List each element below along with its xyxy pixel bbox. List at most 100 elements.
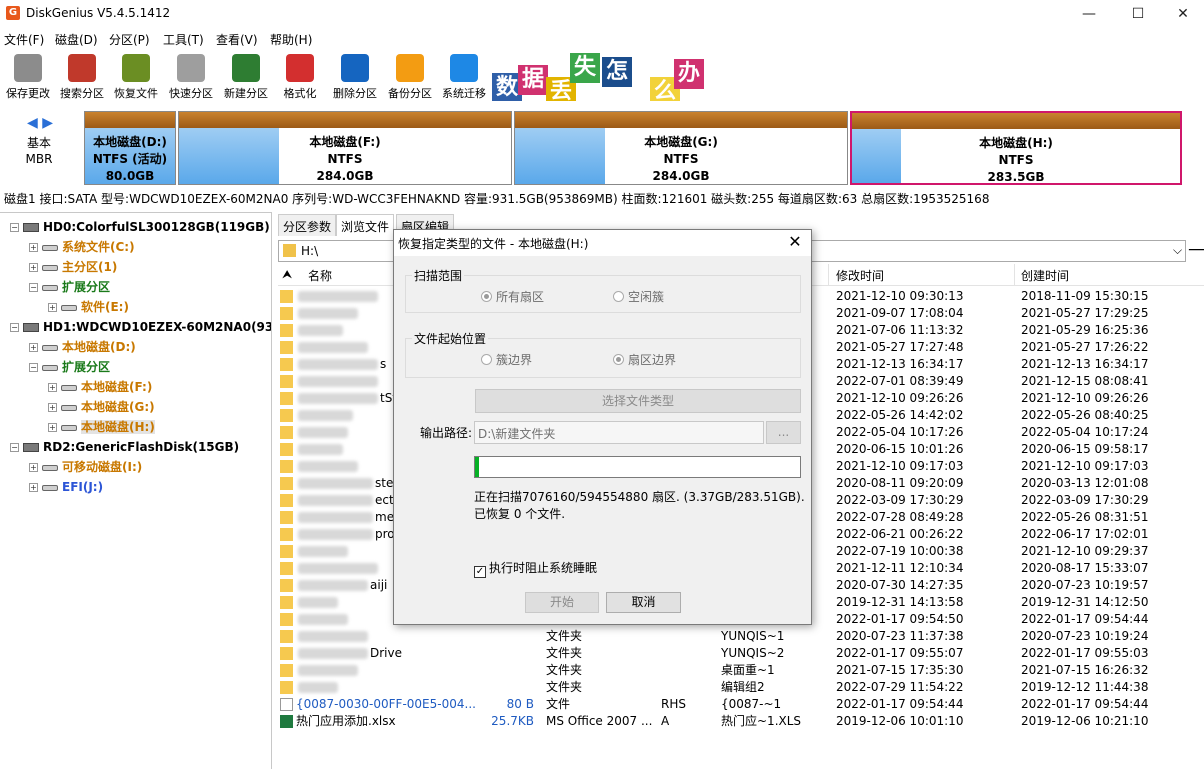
- output-path-input[interactable]: D:\新建文件夹: [474, 421, 764, 444]
- toolbar-button-5[interactable]: 格式化: [272, 52, 328, 102]
- expand-icon[interactable]: +: [48, 423, 57, 432]
- folder-icon: [280, 290, 293, 303]
- partition-name: 本地磁盘(G:): [644, 135, 718, 149]
- tree-node[interactable]: − HD1:WDCWD10EZEX-60M2NA0(932GB): [10, 317, 271, 337]
- file-row[interactable]: 文件夹 YUNQIS~1 2020-07-23 11:37:38 2020-07-23…: [278, 628, 1204, 645]
- expand-icon[interactable]: +: [29, 463, 38, 472]
- folder-icon: [280, 664, 293, 677]
- column-separator: [1014, 264, 1015, 286]
- browse-button[interactable]: ...: [766, 421, 801, 444]
- menu-file[interactable]: 文件(F): [4, 31, 44, 48]
- column-modified[interactable]: 修改时间: [836, 267, 884, 284]
- toolbar-button-label: 搜索分区: [60, 87, 104, 100]
- tree-node[interactable]: + 软件(E:): [48, 297, 129, 317]
- collapse-icon[interactable]: −: [10, 223, 19, 232]
- expand-icon[interactable]: +: [29, 263, 38, 272]
- toolbar-button-0[interactable]: 保存更改: [0, 52, 56, 102]
- toolbar-button-1[interactable]: 搜索分区: [54, 52, 110, 102]
- tree-node-label: 本地磁盘(F:): [81, 380, 153, 394]
- tab-partition-params[interactable]: 分区参数: [278, 214, 337, 236]
- tab-browse-files[interactable]: 浏览文件: [336, 214, 395, 236]
- toolbar-button-3[interactable]: 快速分区: [163, 52, 219, 102]
- tree-node[interactable]: − 扩展分区: [29, 277, 110, 297]
- file-row[interactable]: 文件夹 桌面重~1 2021-07-15 17:35:30 2021-07-15 16…: [278, 662, 1204, 679]
- maximize-button[interactable]: ☐: [1115, 0, 1161, 28]
- file-created: 2018-11-09 15:30:15: [1021, 289, 1149, 303]
- expand-icon[interactable]: +: [29, 243, 38, 252]
- collapse-icon[interactable]: −: [10, 443, 19, 452]
- disk-tree: − HD0:ColorfulSL300128GB(119GB) + 系统文件(C:) +…: [0, 212, 272, 769]
- file-created: 2020-06-15 09:58:17: [1021, 442, 1149, 456]
- menu-view[interactable]: 查看(V): [216, 31, 258, 48]
- toolbar-button-6[interactable]: 删除分区: [327, 52, 383, 102]
- collapse-icon[interactable]: −: [29, 363, 38, 372]
- tree-node[interactable]: + 本地磁盘(D:): [29, 337, 136, 357]
- up-arrow-icon[interactable]: ⮝: [282, 267, 292, 282]
- file-created: 2020-07-23 10:19:57: [1021, 578, 1149, 592]
- radio-free-clusters[interactable]: 空闲簇: [613, 288, 664, 305]
- menu-disk[interactable]: 磁盘(D): [55, 31, 98, 48]
- radio-sector-boundary[interactable]: 扇区边界: [613, 351, 676, 368]
- disk-kind: 基本: [26, 136, 51, 150]
- start-button[interactable]: 开始: [525, 592, 599, 613]
- radio-cluster-boundary[interactable]: 簇边界: [481, 351, 532, 368]
- collapse-icon[interactable]: −: [10, 323, 19, 332]
- prevent-sleep-checkbox[interactable]: ✓ 执行时阻止系统睡眠: [474, 559, 597, 578]
- redacted-name: [298, 376, 378, 387]
- partition-block-1[interactable]: 本地磁盘(F:) NTFS 284.0GB: [178, 111, 512, 185]
- dialog-close-icon[interactable]: ✕: [784, 232, 806, 251]
- radio-all-sectors[interactable]: 所有扇区: [481, 288, 544, 305]
- expand-icon[interactable]: +: [29, 483, 38, 492]
- expand-icon[interactable]: +: [29, 343, 38, 352]
- file-modified: 2022-07-01 08:39:49: [836, 374, 964, 388]
- promo-banner[interactable]: 数据丢失怎么办: [490, 51, 1000, 101]
- toolbar-button-label: 新建分区: [224, 87, 268, 100]
- file-row[interactable]: Drive 文件夹 YUNQIS~2 2022-01-17 09:55:07 2022-…: [278, 645, 1204, 662]
- column-created[interactable]: 创建时间: [1021, 267, 1069, 284]
- column-name[interactable]: 名称: [308, 267, 332, 284]
- file-row[interactable]: {0087-0030-00FF-00E5-004... 80 B 文件 RHS {008…: [278, 696, 1204, 713]
- tree-node[interactable]: − RD2:GenericFlashDisk(15GB): [10, 437, 239, 457]
- toolbar-button-8[interactable]: 系统迁移: [436, 52, 492, 102]
- tree-node[interactable]: − 扩展分区: [29, 357, 110, 377]
- file-modified: 2021-12-10 09:17:03: [836, 459, 964, 473]
- partition-block-3[interactable]: 本地磁盘(H:) NTFS 283.5GB: [850, 111, 1182, 185]
- tree-node[interactable]: + 主分区(1): [29, 257, 117, 277]
- menu-bar: 文件(F) 磁盘(D) 分区(P) 工具(T) 查看(V) 帮助(H): [0, 28, 1204, 50]
- cancel-button[interactable]: 取消: [606, 592, 681, 613]
- menu-partition[interactable]: 分区(P): [109, 31, 150, 48]
- file-row[interactable]: 热门应用添加.xlsx 25.7KB MS Office 2007 ... A 热门应~…: [278, 713, 1204, 730]
- tree-node[interactable]: + 可移动磁盘(I:): [29, 457, 142, 477]
- menu-help[interactable]: 帮助(H): [270, 31, 312, 48]
- file-modified: 2020-08-11 09:20:09: [836, 476, 964, 490]
- tree-node[interactable]: − HD0:ColorfulSL300128GB(119GB): [10, 217, 270, 237]
- file-short: YUNQIS~2: [721, 646, 785, 660]
- partition-block-2[interactable]: 本地磁盘(G:) NTFS 284.0GB: [514, 111, 848, 185]
- tree-node[interactable]: + 本地磁盘(H:): [48, 417, 155, 437]
- expand-icon[interactable]: +: [48, 403, 57, 412]
- file-row[interactable]: 文件夹 编辑组2 2022-07-29 11:54:22 2019-12-12 11:…: [278, 679, 1204, 696]
- redacted-name: [298, 682, 338, 693]
- toolbar-button-4[interactable]: 新建分区: [218, 52, 274, 102]
- select-file-types-button[interactable]: 选择文件类型: [475, 389, 801, 413]
- volume-icon: [42, 464, 58, 471]
- tree-node[interactable]: + 本地磁盘(F:): [48, 377, 152, 397]
- partition-block-0[interactable]: 本地磁盘(D:) NTFS (活动) 80.0GB: [84, 111, 176, 185]
- partition-size: 284.0GB: [316, 169, 374, 183]
- toolbar-button-2[interactable]: 恢复文件: [108, 52, 164, 102]
- close-window-button[interactable]: ✕: [1160, 0, 1204, 28]
- folder-icon: [280, 341, 293, 354]
- tree-node[interactable]: + EFI(J:): [29, 477, 103, 497]
- disk-nav-arrows[interactable]: ◀ ▶: [27, 115, 53, 131]
- toolbar-button-7[interactable]: 备份分区: [382, 52, 438, 102]
- tree-node[interactable]: + 系统文件(C:): [29, 237, 135, 257]
- path-dropdown-icon[interactable]: ⌵: [1173, 243, 1182, 258]
- path-go-icon[interactable]: ⟶: [1188, 242, 1204, 258]
- minimize-button[interactable]: —: [1066, 0, 1112, 28]
- tree-node[interactable]: + 本地磁盘(G:): [48, 397, 155, 417]
- collapse-icon[interactable]: −: [29, 283, 38, 292]
- expand-icon[interactable]: +: [48, 383, 57, 392]
- partition-fs: NTFS: [998, 153, 1034, 167]
- expand-icon[interactable]: +: [48, 303, 57, 312]
- menu-tools[interactable]: 工具(T): [163, 31, 204, 48]
